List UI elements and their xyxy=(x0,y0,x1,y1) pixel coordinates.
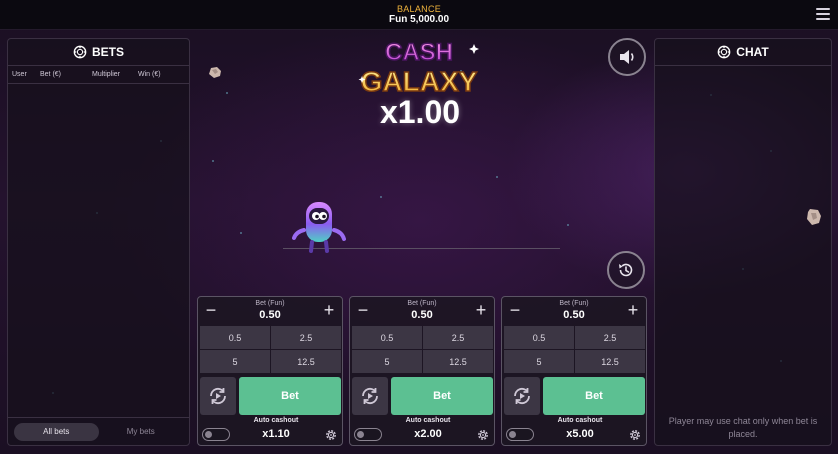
quick-stake-grid: 0.5 2.5 5 12.5 xyxy=(352,326,493,373)
column-header-win: Win (€) xyxy=(138,71,161,78)
chip-icon xyxy=(73,45,87,59)
gear-icon[interactable] xyxy=(324,428,338,442)
auto-cashout-toggle[interactable] xyxy=(202,428,230,441)
quick-stake-button[interactable]: 5 xyxy=(352,350,422,373)
stake-stepper: − Bet (Fun) 0.50 + xyxy=(198,297,342,324)
auto-cashout-value[interactable]: x1.10 xyxy=(246,428,306,440)
bet-card-1: − Bet (Fun) 0.50 + 0.5 2.5 5 12.5 Bet Au… xyxy=(197,296,343,446)
round-multiplier: x1.00 xyxy=(379,94,461,130)
quick-stake-button[interactable]: 2.5 xyxy=(271,326,341,349)
quick-stake-button[interactable]: 12.5 xyxy=(575,350,645,373)
tab-my-bets[interactable]: My bets xyxy=(99,423,184,441)
bet-button[interactable]: Bet xyxy=(391,377,493,415)
autoplay-icon xyxy=(210,387,226,405)
column-header-bet: Bet (€) xyxy=(40,71,62,78)
balance-value: Fun 5,000.00 xyxy=(388,14,450,25)
stake-stepper: − Bet (Fun) 0.50 + xyxy=(350,297,494,324)
increase-stake-button[interactable]: + xyxy=(624,301,642,319)
quick-stake-grid: 0.5 2.5 5 12.5 xyxy=(504,326,645,373)
auto-cashout-value[interactable]: x5.00 xyxy=(550,428,610,440)
logo-line-2: GALAXY xyxy=(361,66,478,97)
cash-galaxy-logo: CASH GALAXY xyxy=(358,38,479,98)
increase-stake-button[interactable]: + xyxy=(320,301,338,319)
tab-all-bets[interactable]: All bets xyxy=(14,422,99,441)
bets-panel: BETS User Bet (€) Multiplier Win (€) All… xyxy=(7,38,190,446)
hamburger-menu-icon[interactable] xyxy=(816,8,830,20)
bet-card-2: − Bet (Fun) 0.50 + 0.5 2.5 5 12.5 Bet Au… xyxy=(349,296,495,446)
chat-panel: CHAT Player may use chat only when bet i… xyxy=(654,38,832,446)
asteroid-icon xyxy=(209,67,221,78)
history-button[interactable] xyxy=(607,251,645,289)
autoplay-button[interactable] xyxy=(200,377,236,415)
chat-panel-header: CHAT xyxy=(655,39,831,66)
chat-notice: Player may use chat only when bet is pla… xyxy=(668,416,818,439)
logo-line-1: CASH xyxy=(385,39,453,66)
top-bar: BALANCE Fun 5,000.00 xyxy=(0,0,838,30)
autoplay-button[interactable] xyxy=(352,377,388,415)
column-header-multiplier: Multiplier xyxy=(92,71,121,78)
quick-stake-button[interactable]: 5 xyxy=(200,350,270,373)
autoplay-icon xyxy=(514,387,530,405)
auto-cashout-toggle[interactable] xyxy=(506,428,534,441)
auto-cashout-label: Auto cashout xyxy=(253,417,299,424)
bets-panel-header: BETS xyxy=(8,39,189,66)
quick-stake-button[interactable]: 2.5 xyxy=(423,326,493,349)
speaker-icon xyxy=(620,50,634,64)
stake-stepper: − Bet (Fun) 0.50 + xyxy=(502,297,646,324)
asteroid-icon xyxy=(807,209,821,225)
alien-character xyxy=(292,202,346,253)
quick-stake-button[interactable]: 0.5 xyxy=(352,326,422,349)
auto-cashout-label: Auto cashout xyxy=(557,417,603,424)
quick-stake-button[interactable]: 12.5 xyxy=(423,350,493,373)
sound-toggle-button[interactable] xyxy=(608,38,646,76)
bet-card-3: − Bet (Fun) 0.50 + 0.5 2.5 5 12.5 Bet Au… xyxy=(501,296,647,446)
bet-button[interactable]: Bet xyxy=(239,377,341,415)
bets-tabs: All bets My bets xyxy=(8,417,189,445)
quick-stake-grid: 0.5 2.5 5 12.5 xyxy=(200,326,341,373)
bet-button[interactable]: Bet xyxy=(543,377,645,415)
bets-table-header: User Bet (€) Multiplier Win (€) xyxy=(8,66,189,84)
increase-stake-button[interactable]: + xyxy=(472,301,490,319)
balance-label: BALANCE xyxy=(396,4,442,14)
quick-stake-button[interactable]: 2.5 xyxy=(575,326,645,349)
quick-stake-button[interactable]: 5 xyxy=(504,350,574,373)
bets-panel-title: BETS xyxy=(91,45,124,59)
autoplay-icon xyxy=(362,387,378,405)
quick-stake-button[interactable]: 0.5 xyxy=(200,326,270,349)
gear-icon[interactable] xyxy=(476,428,490,442)
history-icon xyxy=(619,263,633,277)
column-header-user: User xyxy=(12,71,27,78)
gear-icon[interactable] xyxy=(628,428,642,442)
autoplay-button[interactable] xyxy=(504,377,540,415)
chat-panel-title: CHAT xyxy=(736,45,769,59)
auto-cashout-toggle[interactable] xyxy=(354,428,382,441)
auto-cashout-value[interactable]: x2.00 xyxy=(398,428,458,440)
quick-stake-button[interactable]: 12.5 xyxy=(271,350,341,373)
quick-stake-button[interactable]: 0.5 xyxy=(504,326,574,349)
auto-cashout-label: Auto cashout xyxy=(405,417,451,424)
chip-icon xyxy=(717,45,731,59)
